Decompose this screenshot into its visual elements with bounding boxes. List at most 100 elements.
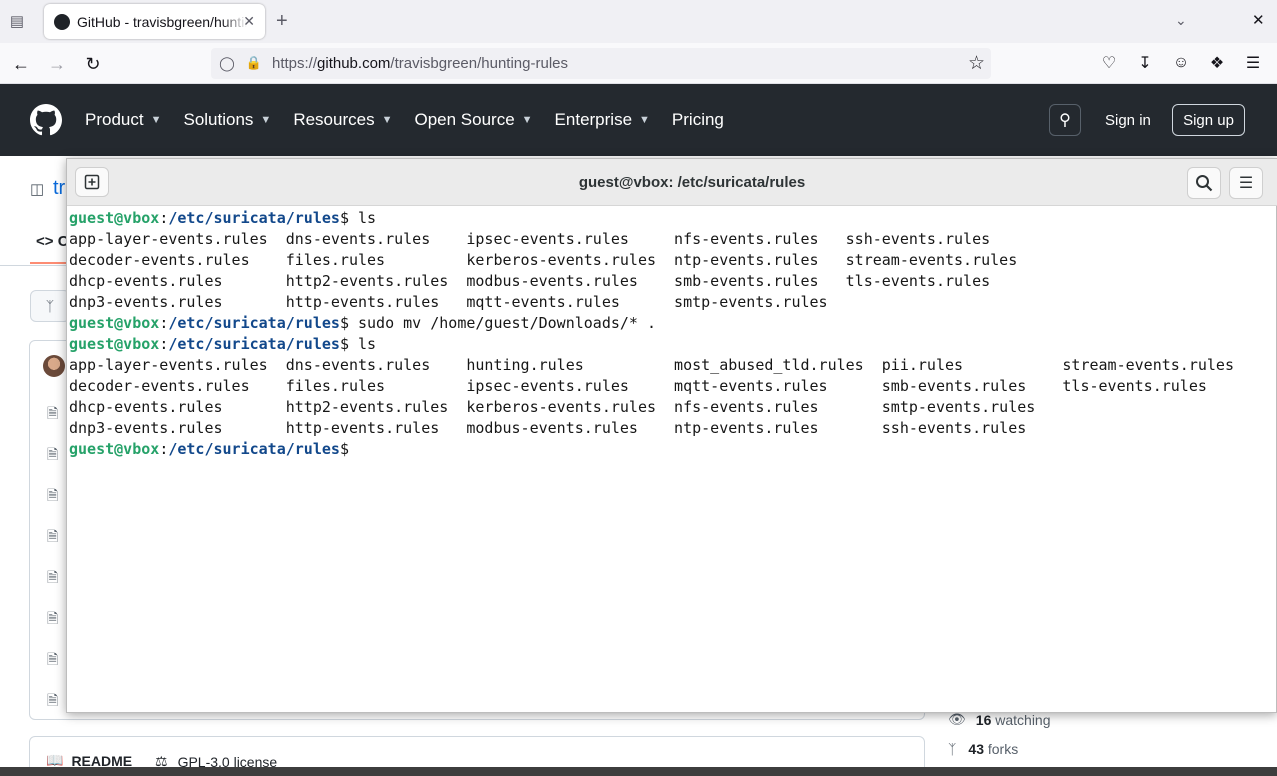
watching-link[interactable]: 👁 16 watching (948, 711, 1051, 728)
terminal-title: guest@vbox: /etc/suricata/rules (578, 174, 806, 191)
command-text: ls (348, 335, 377, 353)
file-icon: 🗎 (47, 405, 59, 421)
prompt-user: guest@vbox (69, 335, 160, 353)
prompt-dollar: $ (339, 314, 349, 332)
git-branch-icon: ᛉ (45, 298, 55, 314)
prompt-path: /etc/suricata/rules (168, 209, 340, 227)
terminal-prompt-line: guest@vbox:/etc/suricata/rules$ ls (69, 334, 1274, 355)
github-search-button[interactable]: ⚲ (1049, 104, 1081, 136)
browser-navigation-bar: ← → ↻ ◯ 🔒 https://github.com/travisbgree… (0, 43, 1277, 84)
active-tab-underline (30, 262, 70, 264)
app-menu-hamburger-icon[interactable]: ☰ (1241, 51, 1265, 75)
prompt-dollar: $ (339, 335, 349, 353)
url-text[interactable]: https://github.com/travisbgreen/hunting-… (272, 55, 568, 72)
reload-icon[interactable]: ↻ (80, 51, 106, 77)
code-icon: <> (36, 233, 54, 250)
prompt-colon: : (159, 209, 169, 227)
terminal-prompt-line: guest@vbox:/etc/suricata/rules$ (69, 439, 1274, 460)
terminal-prompt-line: guest@vbox:/etc/suricata/rules$ sudo mv … (69, 313, 1274, 334)
prompt-colon: : (159, 314, 169, 332)
nav-solutions[interactable]: Solutions ▼ (183, 110, 271, 130)
tab-title: GitHub - travisbgreen/hunting-rules (77, 13, 247, 30)
terminal-header-bar[interactable]: guest@vbox: /etc/suricata/rules ☰ (67, 159, 1277, 206)
address-bar[interactable]: ◯ 🔒 https://github.com/travisbgreen/hunt… (211, 48, 991, 79)
terminal-output-line: dhcp-events.rules http2-events.rules mod… (69, 272, 991, 290)
nav-pricing[interactable]: Pricing (672, 110, 724, 130)
prompt-path: /etc/suricata/rules (168, 335, 340, 353)
terminal-output-line: dnp3-events.rules http-events.rules modb… (69, 419, 1027, 437)
file-icon: 🗎 (47, 692, 59, 708)
avatar[interactable] (43, 355, 65, 377)
file-icon: 🗎 (47, 610, 59, 626)
browser-tab-bar: ▤ GitHub - travisbgreen/hunting-rules ✕ … (0, 0, 1277, 43)
terminal-output-line: app-layer-events.rules dns-events.rules … (69, 356, 1234, 374)
chevron-down-icon: ▼ (521, 114, 533, 126)
repo-owner-link[interactable]: tr (53, 177, 65, 200)
chevron-down-icon: ▼ (260, 114, 272, 126)
prompt-user: guest@vbox (69, 314, 160, 332)
repo-icon: ◫ (30, 181, 45, 198)
forks-link[interactable]: ᛉ 43 forks (948, 741, 1018, 757)
lock-icon[interactable]: 🔒 (245, 54, 263, 72)
nav-enterprise[interactable]: Enterprise ▼ (555, 110, 650, 130)
close-tab-icon[interactable]: ✕ (243, 13, 255, 30)
nav-resources[interactable]: Resources ▼ (293, 110, 392, 130)
terminal-menu-button[interactable]: ☰ (1229, 167, 1263, 199)
file-icon: 🗎 (47, 487, 59, 503)
sign-up-button[interactable]: Sign up (1172, 104, 1245, 136)
terminal-output[interactable]: guest@vbox:/etc/suricata/rules$ ls app-la… (69, 208, 1274, 708)
chevron-down-icon: ▼ (381, 114, 393, 126)
chevron-down-icon: ▼ (150, 114, 162, 126)
search-icon (1196, 175, 1213, 192)
tracking-protection-shield-icon[interactable]: ◯ (218, 54, 236, 72)
prompt-dollar: $ (339, 209, 349, 227)
prompt-path: /etc/suricata/rules (168, 440, 340, 458)
prompt-dollar: $ (339, 440, 349, 458)
extensions-puzzle-icon[interactable]: ❖ (1205, 51, 1229, 75)
browser-tab-active[interactable]: GitHub - travisbgreen/hunting-rules ✕ (44, 4, 265, 39)
list-all-tabs-chevron-icon[interactable]: ⌄ (1175, 12, 1187, 29)
prompt-colon: : (159, 440, 169, 458)
terminal-output-line: dnp3-events.rules http-events.rules mqtt… (69, 293, 828, 311)
file-icon: 🗎 (47, 528, 59, 544)
eye-icon: 👁 (948, 711, 966, 727)
fork-icon: ᛉ (948, 741, 957, 757)
firefox-view-icon[interactable]: ▤ (6, 10, 28, 32)
terminal-output-line: decoder-events.rules files.rules kerbero… (69, 251, 1018, 269)
file-icon: 🗎 (47, 651, 59, 667)
github-logo-icon[interactable] (30, 104, 62, 136)
file-icon: 🗎 (47, 569, 59, 585)
new-tab-button[interactable]: + (276, 10, 288, 32)
terminal-output-line: app-layer-events.rules dns-events.rules … (69, 230, 991, 248)
terminal-output-line: dhcp-events.rules http2-events.rules ker… (69, 398, 1036, 416)
pocket-icon[interactable]: ♡ (1097, 51, 1121, 75)
terminal-prompt-line: guest@vbox:/etc/suricata/rules$ ls (69, 208, 1274, 229)
horizontal-scrollbar[interactable] (0, 767, 1277, 776)
downloads-icon[interactable]: ↧ (1133, 51, 1157, 75)
command-text: ls (348, 209, 377, 227)
branch-select-button[interactable]: ᛉ (30, 290, 70, 322)
forward-arrow-icon[interactable]: → (44, 51, 70, 77)
bookmark-star-icon[interactable]: ☆ (968, 52, 985, 75)
hamburger-menu-icon: ☰ (1238, 175, 1254, 192)
back-arrow-icon[interactable]: ← (8, 51, 34, 77)
tab-code[interactable]: <> C (36, 233, 69, 250)
prompt-user: guest@vbox (69, 209, 160, 227)
terminal-search-button[interactable] (1187, 167, 1221, 199)
nav-product[interactable]: Product ▼ (85, 110, 161, 130)
prompt-user: guest@vbox (69, 440, 160, 458)
file-icon: 🗎 (47, 446, 59, 462)
prompt-colon: : (159, 335, 169, 353)
terminal-output-line: decoder-events.rules files.rules ipsec-e… (69, 377, 1207, 395)
github-header: Product ▼ Solutions ▼ Resources ▼ Open Sour… (0, 84, 1277, 156)
terminal-window[interactable]: guest@vbox: /etc/suricata/rules ☰ guest@… (66, 158, 1277, 713)
github-main-nav: Product ▼ Solutions ▼ Resources ▼ Open Sour… (85, 110, 746, 130)
account-icon[interactable]: ☺ (1169, 51, 1193, 75)
chevron-down-icon: ▼ (639, 114, 650, 126)
github-favicon-icon (54, 13, 70, 30)
command-text: sudo mv /home/guest/Downloads/* . (348, 314, 657, 332)
search-icon: ⚲ (1059, 112, 1071, 129)
sign-in-link[interactable]: Sign in (1105, 112, 1151, 129)
window-close-icon[interactable]: ✕ (1252, 11, 1265, 29)
nav-open-source[interactable]: Open Source ▼ (414, 110, 532, 130)
